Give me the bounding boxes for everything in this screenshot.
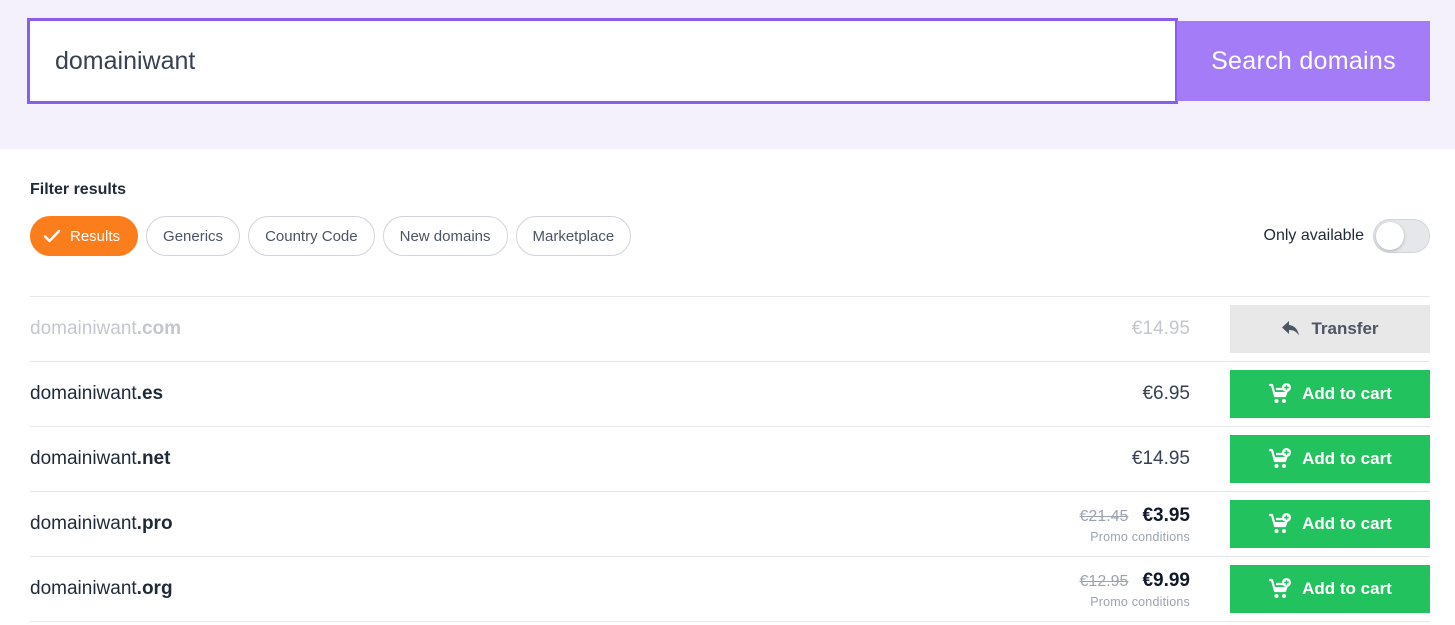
only-available-toggle[interactable] — [1373, 219, 1430, 253]
old-price: €12.95 — [1079, 572, 1129, 590]
result-row: domainiwant .net €14.95 Add to cart — [30, 427, 1430, 492]
filter-results-heading: Filter results — [30, 181, 127, 198]
old-price: €21.45 — [1079, 507, 1129, 525]
promo-price-line: €21.45 €3.95 — [1080, 505, 1190, 527]
price-cell: €12.95 €9.99 Promo conditions — [1080, 557, 1190, 621]
results-list: domainiwant .com €14.95 Transfer domainiw… — [30, 296, 1430, 622]
domain-search-input[interactable] — [30, 21, 1175, 101]
check-icon — [43, 229, 61, 243]
domain-tld: .es — [136, 383, 164, 404]
filter-chip-new-domains[interactable]: New domains — [382, 216, 508, 256]
price: €14.95 — [1131, 448, 1190, 469]
add-to-cart-label: Add to cart — [1302, 514, 1392, 533]
cart-plus-icon — [1268, 513, 1292, 535]
domain-name: domainiwant .pro — [30, 492, 173, 556]
result-row: domainiwant .es €6.95 Add to cart — [30, 362, 1430, 427]
cart-plus-icon — [1268, 383, 1292, 405]
filter-chip-label: Results — [70, 227, 121, 245]
domain-label: domainiwant — [30, 513, 137, 534]
domain-label: domainiwant — [30, 383, 137, 404]
domain-tld: .com — [136, 318, 182, 339]
filter-chip-country-code[interactable]: Country Code — [248, 216, 375, 256]
domain-label: domainiwant — [30, 448, 137, 469]
promo-price: €3.95 — [1142, 504, 1190, 526]
promo-conditions-link[interactable]: Promo conditions — [1090, 595, 1190, 609]
filter-chip-marketplace[interactable]: Marketplace — [515, 216, 632, 256]
filter-chip-label: Country Code — [265, 227, 358, 245]
domain-name: domainiwant .es — [30, 362, 163, 426]
domain-name: domainiwant .org — [30, 557, 173, 621]
domain-name: domainiwant .com — [30, 297, 181, 361]
add-to-cart-label: Add to cart — [1302, 449, 1392, 468]
add-to-cart-button[interactable]: Add to cart — [1230, 370, 1430, 418]
filter-chip-label: New domains — [399, 227, 491, 245]
filter-chip-label: Generics — [163, 227, 224, 245]
only-available-label: Only available — [1263, 227, 1365, 244]
filter-chips: Results Generics Country Code New domain… — [30, 216, 632, 256]
result-row: domainiwant .pro €21.45 €3.95 Promo condi… — [30, 492, 1430, 557]
search-domains-button[interactable]: Search domains — [1177, 21, 1430, 101]
filter-chip-results[interactable]: Results — [30, 216, 139, 256]
result-row: domainiwant .org €12.95 €9.99 Promo condi… — [30, 557, 1430, 622]
add-to-cart-button[interactable]: Add to cart — [1230, 500, 1430, 548]
promo-price: €9.99 — [1142, 569, 1190, 591]
only-available-control: Only available — [1263, 219, 1430, 253]
price-cell: €14.95 — [1132, 297, 1190, 361]
promo-conditions-link[interactable]: Promo conditions — [1090, 530, 1190, 544]
domain-label: domainiwant — [30, 318, 137, 339]
domain-tld: .net — [136, 448, 171, 469]
add-to-cart-button[interactable]: Add to cart — [1230, 565, 1430, 613]
price: €14.95 — [1131, 318, 1190, 339]
cart-plus-icon — [1268, 448, 1292, 470]
price-cell: €6.95 — [1142, 362, 1190, 426]
domain-tld: .pro — [136, 513, 173, 534]
toggle-knob — [1376, 222, 1404, 250]
search-field[interactable] — [27, 18, 1178, 104]
transfer-button-label: Transfer — [1311, 319, 1379, 338]
transfer-button[interactable]: Transfer — [1230, 305, 1430, 353]
price: €6.95 — [1142, 383, 1190, 404]
filter-chip-generics[interactable]: Generics — [146, 216, 241, 256]
result-row: domainiwant .com €14.95 Transfer — [30, 297, 1430, 362]
price-cell: €14.95 — [1132, 427, 1190, 491]
price-cell: €21.45 €3.95 Promo conditions — [1080, 492, 1190, 556]
promo-price-line: €12.95 €9.99 — [1080, 570, 1190, 592]
filter-chip-label: Marketplace — [532, 227, 615, 245]
add-to-cart-label: Add to cart — [1302, 579, 1392, 598]
domain-tld: .org — [136, 578, 173, 599]
reply-arrow-icon — [1281, 320, 1301, 338]
domain-name: domainiwant .net — [30, 427, 170, 491]
add-to-cart-button[interactable]: Add to cart — [1230, 435, 1430, 483]
search-band: Search domains — [0, 0, 1455, 149]
cart-plus-icon — [1268, 578, 1292, 600]
add-to-cart-label: Add to cart — [1302, 384, 1392, 403]
domain-label: domainiwant — [30, 578, 137, 599]
